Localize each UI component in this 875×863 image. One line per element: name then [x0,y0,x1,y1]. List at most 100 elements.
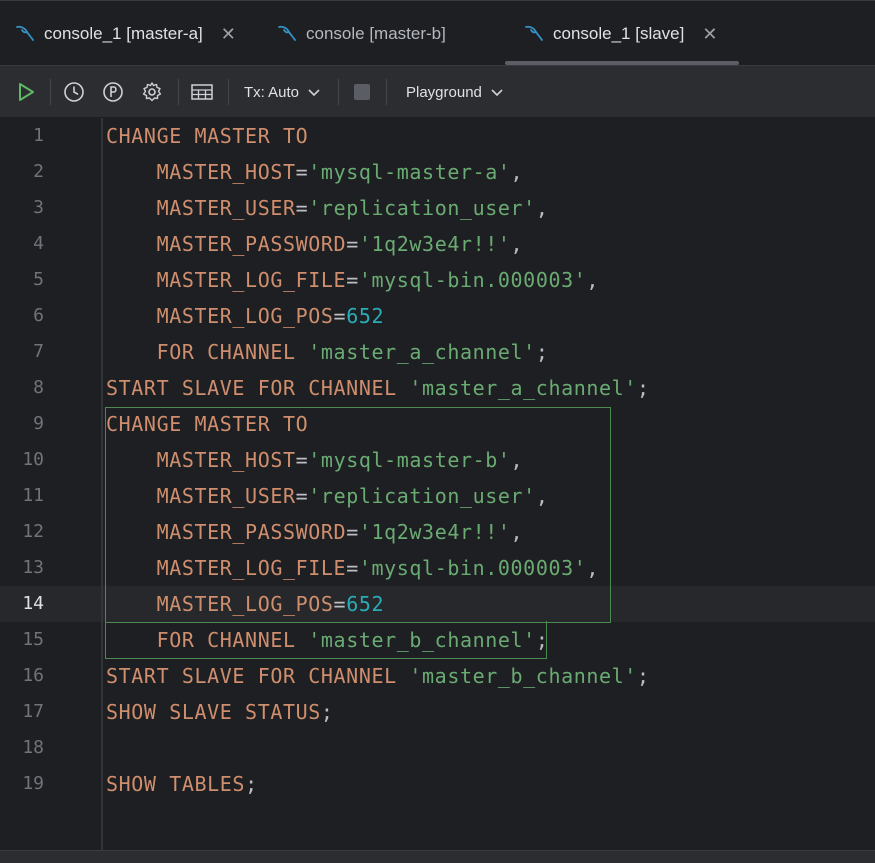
history-button[interactable] [61,66,87,118]
code-token: = [346,232,359,256]
code-line[interactable]: 18 [0,730,875,766]
line-number: 7 [33,341,44,362]
tab-label: console [master-b] [306,24,446,43]
tx-mode-label: Tx: Auto [244,83,300,101]
clock-icon [64,82,84,102]
code-line[interactable]: 3 MASTER_USER='replication_user', [0,190,875,226]
toolbar-divider [338,79,339,105]
line-number: 9 [33,413,44,434]
code-token: = [295,196,309,220]
code-token: , [586,268,600,292]
line-number: 4 [33,233,44,254]
line-number: 8 [33,377,44,398]
code-token: , [535,196,549,220]
close-icon[interactable]: ✕ [221,24,236,45]
line-number: 1 [33,125,44,146]
editor-tab-bar: console_1 [master-a] ✕ console [master-b… [0,0,875,66]
code-line[interactable]: 1 CHANGE MASTER TO [0,118,875,154]
transaction-mode-dropdown[interactable]: Tx: Auto [244,66,326,118]
settings-button[interactable] [139,66,165,118]
mysql-dolphin-icon [276,23,298,45]
schema-label: Playground [406,83,482,101]
schema-dropdown[interactable]: Playground [406,66,516,118]
code-line[interactable]: 7 FOR CHANNEL 'master_a_channel'; [0,334,875,370]
code-token: CHANGE MASTER TO [106,124,309,148]
code-text: MASTER_LOG_POS=652 [106,298,384,334]
stop-button[interactable] [350,66,374,118]
line-number: 16 [22,665,44,686]
code-line[interactable]: 5 MASTER_LOG_FILE='mysql-bin.000003', [0,262,875,298]
line-number: 18 [22,737,44,758]
selection-outline-tail [105,621,547,659]
sql-editor[interactable]: 1 CHANGE MASTER TO 2 MASTER_HOST='mysql-ma… [0,118,875,850]
code-line[interactable]: 16 START SLAVE FOR CHANNEL 'master_b_chan… [0,658,875,694]
chevron-down-icon [308,89,320,97]
code-token: , [510,232,524,256]
code-line[interactable]: 6 MASTER_LOG_POS=652 [0,298,875,334]
code-line[interactable]: 2 MASTER_HOST='mysql-master-a', [0,154,875,190]
code-token: SHOW SLAVE STATUS [106,700,321,724]
code-token: ; [535,340,549,364]
mysql-dolphin-icon [523,23,545,45]
run-button[interactable] [12,66,40,118]
gear-icon [142,82,162,102]
code-token: MASTER_LOG_FILE [106,268,347,292]
code-line[interactable]: 8 START SLAVE FOR CHANNEL 'master_a_chann… [0,370,875,406]
code-token: MASTER_LOG_POS [106,304,334,328]
line-number: 6 [33,305,44,326]
code-token: = [295,160,309,184]
line-number: 11 [22,485,44,506]
line-number: 10 [22,449,44,470]
code-text: SHOW TABLES; [106,766,258,802]
explain-plan-button[interactable] [100,66,126,118]
line-number: 3 [33,197,44,218]
code-token: SHOW TABLES [106,772,246,796]
code-token: 'mysql-master-a' [308,160,511,184]
code-token: 652 [346,304,385,328]
line-number: 14 [22,593,44,614]
code-text: START SLAVE FOR CHANNEL 'master_b_channe… [106,658,650,694]
code-line[interactable]: 17 SHOW SLAVE STATUS; [0,694,875,730]
toolbar-divider [50,79,51,105]
code-token: 'mysql-bin.000003' [358,268,587,292]
code-text: MASTER_LOG_FILE='mysql-bin.000003', [106,262,599,298]
code-token: ; [245,772,258,796]
active-tab-indicator [505,61,739,65]
tab-label: console_1 [master-a] [44,24,203,43]
code-token: 'master_a_channel' [308,340,536,364]
tab-console-master-b[interactable]: console [master-b] [276,1,446,67]
line-number: 5 [33,269,44,290]
line-number: 19 [22,773,44,794]
toolbar-divider [178,79,179,105]
code-token: 'replication_user' [308,196,536,220]
code-token: 'master_a_channel' [409,376,637,400]
tab-console-master-a[interactable]: console_1 [master-a] ✕ [14,1,236,67]
selection-outline [105,407,611,623]
line-number: 17 [22,701,44,722]
console-toolbar: Tx: Auto Playground [0,66,875,118]
table-output-icon [191,84,213,100]
chevron-down-icon [491,89,503,97]
close-icon[interactable]: ✕ [702,24,717,45]
code-token: MASTER_HOST [106,160,296,184]
code-line[interactable]: 4 MASTER_PASSWORD='1q2w3e4r!!', [0,226,875,262]
code-token: MASTER_PASSWORD [106,232,347,256]
line-number: 15 [22,629,44,650]
code-token: ; [636,664,650,688]
code-text: MASTER_PASSWORD='1q2w3e4r!!', [106,226,523,262]
code-line[interactable]: 19 SHOW TABLES; [0,766,875,802]
code-token: '1q2w3e4r!!' [358,232,511,256]
toolbar-divider [228,79,229,105]
stop-icon [354,84,370,100]
output-mode-button[interactable] [189,66,215,118]
code-token: START SLAVE FOR CHANNEL [106,664,410,688]
line-number: 13 [22,557,44,578]
code-text: MASTER_HOST='mysql-master-a', [106,154,523,190]
code-text: FOR CHANNEL 'master_a_channel'; [106,334,548,370]
code-text: MASTER_USER='replication_user', [106,190,548,226]
bottom-panel-edge [0,850,875,863]
code-token: MASTER_USER [106,196,296,220]
tab-console-slave[interactable]: console_1 [slave] ✕ [523,1,717,67]
play-icon [19,83,34,101]
tab-label: console_1 [slave] [553,24,685,43]
